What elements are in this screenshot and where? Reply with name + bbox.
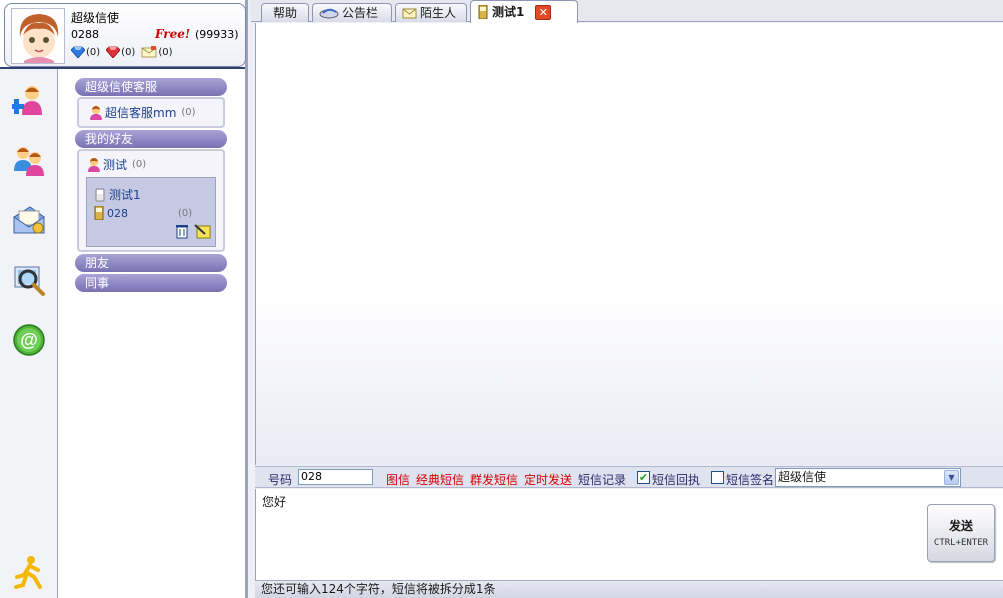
messages-button[interactable]: [12, 203, 46, 237]
group-header-pals[interactable]: 朋友: [75, 254, 227, 272]
blue-diamond-icon: [71, 46, 85, 58]
signature-checkbox[interactable]: [711, 471, 724, 484]
group-header-service[interactable]: 超级信使客服: [75, 78, 227, 96]
stat-mail[interactable]: (0): [141, 46, 173, 58]
avatar[interactable]: [11, 8, 65, 64]
close-tab-button[interactable]: ✕: [535, 4, 552, 20]
gem-count: (0): [121, 46, 136, 58]
profile-card: 超级信使 0288 Free! (99933) (0) (0) (0): [4, 3, 246, 67]
group-header-colleagues[interactable]: 同事: [75, 274, 227, 292]
free-badge: Free!: [155, 27, 191, 41]
search-button[interactable]: [12, 263, 46, 297]
messages-icon: [13, 206, 45, 234]
tab-strangers[interactable]: 陌生人: [395, 3, 467, 22]
receipt-checkbox[interactable]: ✔: [637, 471, 650, 484]
stat-diamond[interactable]: (0): [71, 46, 100, 58]
left-panel: 超级信使 0288 Free! (99933) (0) (0) (0) @ 超级…: [0, 0, 248, 598]
group-box-service: 超信客服mm (0): [77, 97, 225, 128]
phone-number: 0288: [71, 28, 99, 41]
classic-sms-link[interactable]: 经典短信: [416, 471, 464, 488]
compose-toolbar: 号码 028 图信 经典短信 群发短信 定时发送 短信记录 ✔ 短信回执 短信签…: [255, 466, 1003, 488]
red-gem-icon: [106, 46, 121, 58]
aim-runner-icon: [14, 556, 42, 589]
envelope-icon: [402, 8, 417, 18]
detail-phone-row: 028 (0): [93, 206, 192, 220]
contact-item-service[interactable]: 超信客服mm (0): [89, 104, 196, 121]
delete-contact-button[interactable]: [175, 224, 189, 242]
picture-message-link[interactable]: 图信: [386, 471, 410, 488]
close-icon: ✕: [538, 5, 548, 19]
number-input[interactable]: 028: [298, 469, 373, 485]
trash-icon: [176, 225, 188, 239]
signature-label: 短信签名: [726, 473, 775, 487]
contacts-icon: [14, 147, 44, 176]
detail-name: 测试1: [109, 188, 141, 202]
email-at-icon: @: [13, 324, 45, 356]
contact-item-test[interactable]: 测试 (0): [87, 156, 146, 173]
group-send-link[interactable]: 群发短信: [470, 471, 518, 488]
message-text[interactable]: 您好: [262, 493, 286, 510]
search-icon: [14, 266, 45, 296]
tab-bar: 帮助 公告栏 陌生人 测试1 ✕: [251, 0, 1003, 23]
diamond-count: (0): [86, 46, 101, 58]
phone-icon: [478, 5, 488, 19]
detail-name-row: 测试1: [93, 186, 141, 203]
bulletin-icon: [319, 8, 339, 19]
message-compose-area[interactable]: 您好 发送 CTRL+ENTER: [255, 489, 1003, 580]
stats-row: (0) (0) (0): [71, 46, 173, 58]
tab-help[interactable]: 帮助: [261, 3, 309, 22]
edit-contact-button[interactable]: [194, 224, 212, 242]
tab-label: 公告栏: [342, 6, 379, 20]
sidebar-icon-bar: @: [0, 69, 58, 598]
signature-value: 超级信使: [778, 470, 827, 484]
add-contact-button[interactable]: [9, 83, 46, 117]
mail-count: (0): [158, 46, 173, 58]
add-contact-icon: [9, 86, 42, 115]
edit-note-icon: [194, 224, 211, 239]
stat-gem[interactable]: (0): [106, 46, 135, 58]
tab-label: 帮助: [272, 6, 297, 20]
send-button[interactable]: 发送 CTRL+ENTER: [927, 504, 995, 562]
tab-bulletin[interactable]: 公告栏: [312, 3, 392, 22]
detail-phone: 028: [107, 206, 128, 220]
receipt-label: 短信回执: [652, 473, 701, 487]
tab-label: 陌生人: [420, 6, 457, 20]
send-shortcut-hint: CTRL+ENTER: [933, 538, 989, 548]
envelope-icon: [141, 46, 157, 58]
person-icon: [87, 157, 101, 172]
contact-name: 测试: [103, 158, 128, 172]
contact-count: (0): [181, 107, 196, 118]
score: (99933): [195, 28, 239, 41]
phone-contact-icon: [95, 188, 105, 201]
email-button[interactable]: @: [12, 323, 46, 357]
aim-button[interactable]: [12, 555, 46, 589]
nickname: 超级信使: [71, 11, 120, 25]
contact-name: 超信客服mm: [105, 106, 177, 120]
tab-label: 测试1: [492, 5, 525, 19]
chat-history[interactable]: [255, 23, 1003, 465]
contact-count: (0): [132, 159, 147, 170]
chevron-down-icon[interactable]: ▼: [944, 470, 959, 485]
sms-history-link[interactable]: 短信记录: [578, 471, 626, 488]
contact-detail-card[interactable]: 测试1 028 (0): [86, 177, 216, 247]
send-label: 发送: [948, 519, 973, 533]
contact-list: 超级信使客服 超信客服mm (0) 我的好友 测试 (0) 测试1 028 (0…: [59, 69, 245, 598]
signature-select[interactable]: 超级信使 ▼: [775, 468, 961, 487]
contacts-button[interactable]: [12, 143, 46, 177]
person-icon: [89, 105, 103, 120]
mobile-phone-icon: [94, 206, 104, 220]
number-label: 号码: [268, 473, 293, 487]
group-header-friends[interactable]: 我的好友: [75, 130, 227, 148]
checkmark-icon: ✔: [638, 471, 649, 484]
status-bar: 您还可输入124个字符，短信将被拆分成1条: [255, 580, 1003, 598]
svg-text:@: @: [20, 330, 38, 350]
scheduled-send-link[interactable]: 定时发送: [524, 471, 572, 488]
tab-test1[interactable]: 测试1 ✕: [470, 0, 578, 23]
detail-count: (0): [178, 207, 193, 219]
